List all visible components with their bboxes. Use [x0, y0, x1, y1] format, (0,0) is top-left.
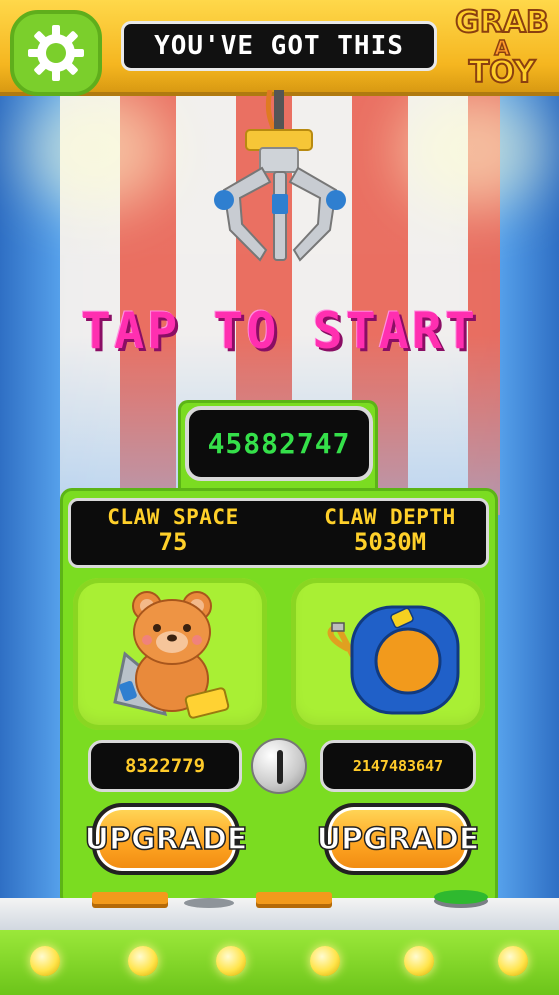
claw-space-label: CLAW SPACE	[107, 505, 239, 529]
score-value: 45882747	[207, 427, 351, 460]
claw-icon	[214, 90, 346, 262]
claw-depth-label: CLAW DEPTH	[324, 505, 456, 529]
claw-depth-price-value: 2147483647	[352, 757, 444, 775]
green-button	[434, 890, 488, 904]
tap-to-start-prompt[interactable]: TAP TO START	[0, 302, 559, 360]
coin-slot-opening	[277, 750, 283, 784]
orange-key	[92, 892, 168, 904]
upgrade-claw-depth-button[interactable]: UPGRADE	[316, 803, 480, 875]
tape-measure-icon	[327, 605, 460, 715]
orange-key	[256, 892, 332, 904]
coin-slot-icon	[251, 738, 307, 794]
marquee-bulb	[216, 946, 246, 976]
claw-space-price-value: 8322779	[124, 755, 206, 777]
marquee-bulb	[128, 946, 158, 976]
marquee-bulb	[30, 946, 60, 976]
spotlight-left	[20, 90, 170, 210]
grab-a-toy-logo: GRAB A TOY	[448, 4, 556, 108]
banner-text: YOU'VE GOT THIS	[154, 31, 404, 61]
machine-base	[0, 930, 559, 995]
claw-depth-upgrade-price: 2147483647	[320, 740, 476, 792]
marquee-bulb	[310, 946, 340, 976]
motivation-banner: YOU'VE GOT THIS	[121, 21, 437, 71]
claw-depth-value: 5030M	[353, 528, 427, 557]
upgrade-button-label: UPGRADE	[84, 821, 248, 858]
claw-stats-display: CLAW SPACE 75 CLAW DEPTH 5030M	[68, 498, 489, 568]
claw-depth-stat: CLAW DEPTH 5030M	[297, 505, 483, 557]
grey-key	[184, 898, 234, 908]
gear-icon	[28, 25, 84, 81]
logo-line-3: TOY	[468, 55, 537, 90]
spotlight-right	[400, 90, 550, 210]
upgrade-claw-space-button[interactable]: UPGRADE	[84, 803, 248, 875]
claw-space-upgrade-card[interactable]	[73, 578, 267, 730]
claw-depth-upgrade-card[interactable]	[291, 578, 485, 730]
control-ledge	[0, 890, 559, 932]
marquee-bulb	[404, 946, 434, 976]
logo-line-1: GRAB	[454, 5, 550, 40]
teddy-bear-icon	[113, 591, 230, 719]
upgrade-button-label: UPGRADE	[316, 821, 480, 858]
marquee-bulb	[498, 946, 528, 976]
claw-space-value: 75	[158, 528, 188, 557]
top-bar: YOU'VE GOT THIS GRAB A TOY	[0, 0, 559, 96]
claw-space-stat: CLAW SPACE 75	[83, 505, 263, 557]
score-display: 45882747	[185, 406, 373, 481]
claw-space-upgrade-price: 8322779	[88, 740, 242, 792]
settings-button[interactable]	[10, 10, 102, 96]
